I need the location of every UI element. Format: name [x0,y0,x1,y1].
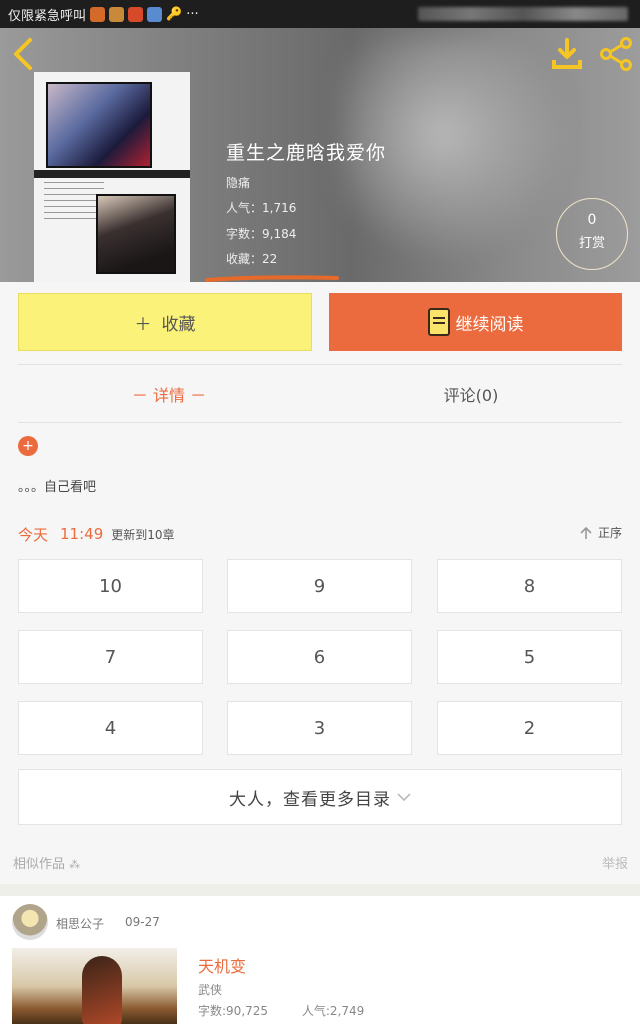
popularity-stat: 人气：1,716 [226,201,297,215]
similar-book-words: 字数:90,725 [198,1004,269,1018]
similar-book-genre: 武侠 [198,983,223,997]
expand-description-button[interactable]: + [18,436,38,456]
download-icon [552,38,582,69]
reward-button[interactable]: 0 打赏 [556,198,628,270]
app-notification-icon [109,6,125,22]
post-date: 09-27 [125,915,160,929]
reward-count: 0 [587,212,597,228]
word-count-stat: 字数：9,184 [226,227,297,241]
chapter-button[interactable]: 2 [437,701,622,755]
similar-book-card[interactable]: 相思公子 09-27 天机变 武侠 字数:90,725 人气:2,749 [0,896,640,1024]
add-favorite-button[interactable]: ＋ 收藏 [18,293,312,351]
view-more-toc-label: 大人，查看更多目录 [229,789,391,810]
similar-book-popularity: 人气:2,749 [301,1004,365,1018]
chapter-button[interactable]: 6 [227,630,412,684]
arrow-up-icon [580,526,592,539]
book-description: 。。。自己看吧 [18,480,97,495]
similar-works-label: 相似作品 ⁂ [13,857,81,872]
orange-underline-annotation [205,275,339,282]
media-notification-icon [147,6,163,22]
divider [18,422,622,423]
chapter-button[interactable]: 3 [227,701,412,755]
book-icon [427,308,450,336]
avatar[interactable] [12,904,48,940]
favorites-stat: 收藏：22 [226,252,278,266]
status-text: 仅限紧急呼叫 [8,8,87,24]
book-header: 重生之鹿晗我爱你 隐痛 人气：1,716 字数：9,184 收藏：22 0 打赏 [0,28,640,282]
blurred-status-icons [418,7,628,21]
update-day: 今天 [18,525,49,544]
reward-label: 打赏 [578,236,605,251]
chapter-button[interactable]: 5 [437,630,622,684]
update-time: 11:49 [60,525,104,543]
view-more-toc-button[interactable]: 大人，查看更多目录 [18,769,622,825]
download-button[interactable] [550,36,586,72]
chapter-button[interactable]: 10 [18,559,203,613]
chapter-button[interactable]: 7 [18,630,203,684]
chapter-button[interactable]: 4 [18,701,203,755]
report-link[interactable]: 举报 [602,853,628,872]
continue-reading-button[interactable]: 继续阅读 [329,293,622,351]
share-icon [600,37,632,71]
add-favorite-label: 收藏 [161,314,196,335]
author-username: 相思公子 [56,917,105,931]
chapter-button[interactable]: 8 [437,559,622,613]
share-button[interactable] [598,36,634,72]
chevron-left-icon [14,38,32,70]
book-author: 隐痛 [226,176,251,190]
video-notification-icon [128,6,144,22]
tab-comments[interactable]: 评论(0) [320,374,622,414]
key-icon: 🔑 [166,6,183,22]
section-divider [0,884,640,896]
more-notifications: ··· [186,6,199,22]
sort-order-label: 正序 [597,526,622,540]
similar-book-cover[interactable] [12,948,177,1024]
book-title: 重生之鹿晗我爱你 [226,142,387,164]
similar-book-stats: 字数:90,725 人气:2,749 [198,1002,364,1019]
update-text: 更新到10章 [111,527,175,542]
continue-reading-label: 继续阅读 [455,314,524,335]
update-info: 今天 11:49 更新到10章 正序 [18,524,622,544]
divider [18,364,622,365]
tab-detail[interactable]: － 详情 － [18,374,320,414]
back-button[interactable] [10,36,38,72]
status-bar: 仅限紧急呼叫 🔑 ··· [0,0,640,28]
sort-order-button[interactable]: 正序 [580,524,622,541]
similar-book-title[interactable]: 天机变 [198,953,246,977]
chevron-down-icon [397,793,411,802]
book-cover[interactable] [34,72,190,282]
similar-icon: ⁂ [69,858,81,871]
plus-icon: ＋ [134,314,152,335]
app-notification-icon [90,6,106,22]
chapter-button[interactable]: 9 [227,559,412,613]
